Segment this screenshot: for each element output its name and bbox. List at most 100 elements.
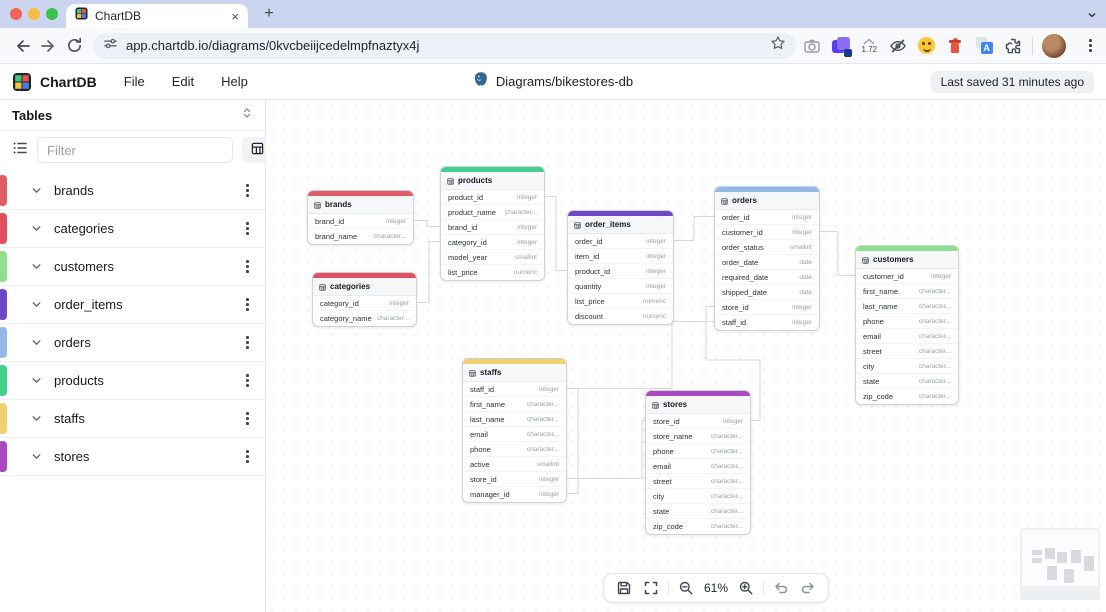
field-row-store_id[interactable]: store_idinteger <box>646 414 750 429</box>
field-row-discount[interactable]: discountnumeric <box>568 309 673 324</box>
field-row-street[interactable]: streetcharacter... <box>856 344 958 359</box>
field-row-model_year[interactable]: model_yearsmallint <box>441 250 544 265</box>
minimap[interactable] <box>1020 528 1100 600</box>
diagram-title[interactable]: Diagrams/bikestores-db <box>496 74 633 89</box>
chevron-down-icon[interactable] <box>30 412 43 425</box>
field-row-order_date[interactable]: order_datedate <box>715 255 819 270</box>
tab-close-icon[interactable]: × <box>231 9 239 24</box>
eye-slash-extension-icon[interactable] <box>885 33 911 59</box>
translate-extension-icon[interactable]: A <box>971 33 997 59</box>
field-row-product_id[interactable]: product_idinteger <box>441 190 544 205</box>
field-row-brand_id[interactable]: brand_idinteger <box>308 214 413 229</box>
table-node-header[interactable]: order_items <box>568 216 673 234</box>
field-row-customer_id[interactable]: customer_idinteger <box>856 269 958 284</box>
url-text[interactable]: app.chartdb.io/diagrams/0kvcbeiijcedelmp… <box>126 38 762 53</box>
field-row-zip_code[interactable]: zip_codecharacter... <box>646 519 750 534</box>
field-row-zip_code[interactable]: zip_codecharacter... <box>856 389 958 404</box>
sidebar-item-orders[interactable]: orders <box>0 324 265 362</box>
browser-tab[interactable]: ChartDB × <box>66 4 248 28</box>
chevron-down-icon[interactable] <box>30 374 43 387</box>
field-row-manager_id[interactable]: manager_idinteger <box>463 487 566 502</box>
field-row-order_status[interactable]: order_statussmallint <box>715 240 819 255</box>
field-row-phone[interactable]: phonecharacter... <box>856 314 958 329</box>
field-row-category_id[interactable]: category_idinteger <box>441 235 544 250</box>
field-row-last_name[interactable]: last_namecharacter... <box>856 299 958 314</box>
table-node-header[interactable]: products <box>441 172 544 190</box>
field-row-email[interactable]: emailcharacter... <box>646 459 750 474</box>
table-menu-kebab-icon[interactable] <box>242 408 253 429</box>
field-row-first_name[interactable]: first_namecharacter... <box>463 397 566 412</box>
zoom-in-button[interactable] <box>736 578 756 598</box>
window-minimize-button[interactable] <box>28 8 40 20</box>
sidebar-item-customers[interactable]: customers <box>0 248 265 286</box>
field-row-city[interactable]: citycharacter... <box>856 359 958 374</box>
field-row-list_price[interactable]: list_pricenumeric <box>568 294 673 309</box>
field-row-email[interactable]: emailcharacter... <box>856 329 958 344</box>
price-tracker-extension-icon[interactable]: 1.72 <box>856 33 882 59</box>
field-row-email[interactable]: emailcharacter... <box>463 427 566 442</box>
table-node-header[interactable]: categories <box>313 278 416 296</box>
table-node-brands[interactable]: brandsbrand_idintegerbrand_namecharacter… <box>307 190 414 245</box>
field-row-quantity[interactable]: quantityinteger <box>568 279 673 294</box>
chevron-down-icon[interactable] <box>30 450 43 463</box>
table-menu-kebab-icon[interactable] <box>242 218 253 239</box>
field-row-store_name[interactable]: store_namecharacter... <box>646 429 750 444</box>
table-node-stores[interactable]: storesstore_idintegerstore_namecharacter… <box>645 390 751 535</box>
table-node-products[interactable]: productsproduct_idintegerproduct_namecha… <box>440 166 545 281</box>
chevron-down-icon[interactable] <box>30 260 43 273</box>
sidebar-item-products[interactable]: products <box>0 362 265 400</box>
table-node-order_items[interactable]: order_itemsorder_idintegeritem_idinteger… <box>567 210 674 325</box>
sidebar-item-order_items[interactable]: order_items <box>0 286 265 324</box>
field-row-state[interactable]: statecharacter... <box>856 374 958 389</box>
table-node-header[interactable]: customers <box>856 251 958 269</box>
fit-view-button[interactable] <box>641 578 661 598</box>
chevron-down-icon[interactable] <box>30 298 43 311</box>
field-row-shipped_date[interactable]: shipped_datedate <box>715 285 819 300</box>
hydrant-extension-icon[interactable] <box>943 33 969 59</box>
url-bar[interactable]: app.chartdb.io/diagrams/0kvcbeiijcedelmp… <box>93 33 796 59</box>
extensions-puzzle-icon[interactable] <box>1000 33 1026 59</box>
browser-menu-kebab-icon[interactable] <box>1070 33 1096 59</box>
field-row-product_id[interactable]: product_idinteger <box>568 264 673 279</box>
zoom-out-button[interactable] <box>676 578 696 598</box>
field-row-staff_id[interactable]: staff_idinteger <box>463 382 566 397</box>
chevron-down-icon[interactable] <box>30 184 43 197</box>
field-row-staff_id[interactable]: staff_idinteger <box>715 315 819 330</box>
field-row-brand_name[interactable]: brand_namecharacter... <box>308 229 413 244</box>
field-row-required_date[interactable]: required_datedate <box>715 270 819 285</box>
field-row-city[interactable]: citycharacter... <box>646 489 750 504</box>
table-menu-kebab-icon[interactable] <box>242 294 253 315</box>
field-row-active[interactable]: activesmallint <box>463 457 566 472</box>
filter-input[interactable] <box>37 137 233 163</box>
field-row-state[interactable]: statecharacter... <box>646 504 750 519</box>
table-menu-kebab-icon[interactable] <box>242 256 253 277</box>
field-row-customer_id[interactable]: customer_idinteger <box>715 225 819 240</box>
field-row-brand_id[interactable]: brand_idinteger <box>441 220 544 235</box>
table-node-staffs[interactable]: staffsstaff_idintegerfirst_namecharacter… <box>462 358 567 503</box>
site-settings-icon[interactable] <box>103 36 118 56</box>
field-row-street[interactable]: streetcharacter... <box>646 474 750 489</box>
table-menu-kebab-icon[interactable] <box>242 370 253 391</box>
field-row-order_id[interactable]: order_idinteger <box>715 210 819 225</box>
table-node-orders[interactable]: ordersorder_idintegercustomer_idintegero… <box>714 186 820 331</box>
field-row-last_name[interactable]: last_namecharacter... <box>463 412 566 427</box>
menu-file[interactable]: File <box>124 74 145 89</box>
smiley-extension-icon[interactable] <box>914 33 940 59</box>
bookmark-star-icon[interactable] <box>770 35 786 56</box>
sidebar-item-stores[interactable]: stores <box>0 438 265 476</box>
window-close-button[interactable] <box>10 8 22 20</box>
chevrons-up-down-icon[interactable] <box>241 106 253 124</box>
sidebar-item-brands[interactable]: brands <box>0 172 265 210</box>
back-button[interactable] <box>10 33 36 59</box>
sidebar-item-staffs[interactable]: staffs <box>0 400 265 438</box>
undo-button[interactable] <box>771 578 791 598</box>
table-list-view-icon[interactable] <box>12 140 28 161</box>
screenshot-extension-icon[interactable] <box>799 33 825 59</box>
field-row-store_id[interactable]: store_idinteger <box>715 300 819 315</box>
table-node-header[interactable]: staffs <box>463 364 566 382</box>
field-row-category_name[interactable]: category_namecharacter... <box>313 311 416 326</box>
redo-button[interactable] <box>798 578 818 598</box>
new-tab-button[interactable]: + <box>258 3 280 25</box>
menu-edit[interactable]: Edit <box>172 74 194 89</box>
sidebar-item-categories[interactable]: categories <box>0 210 265 248</box>
